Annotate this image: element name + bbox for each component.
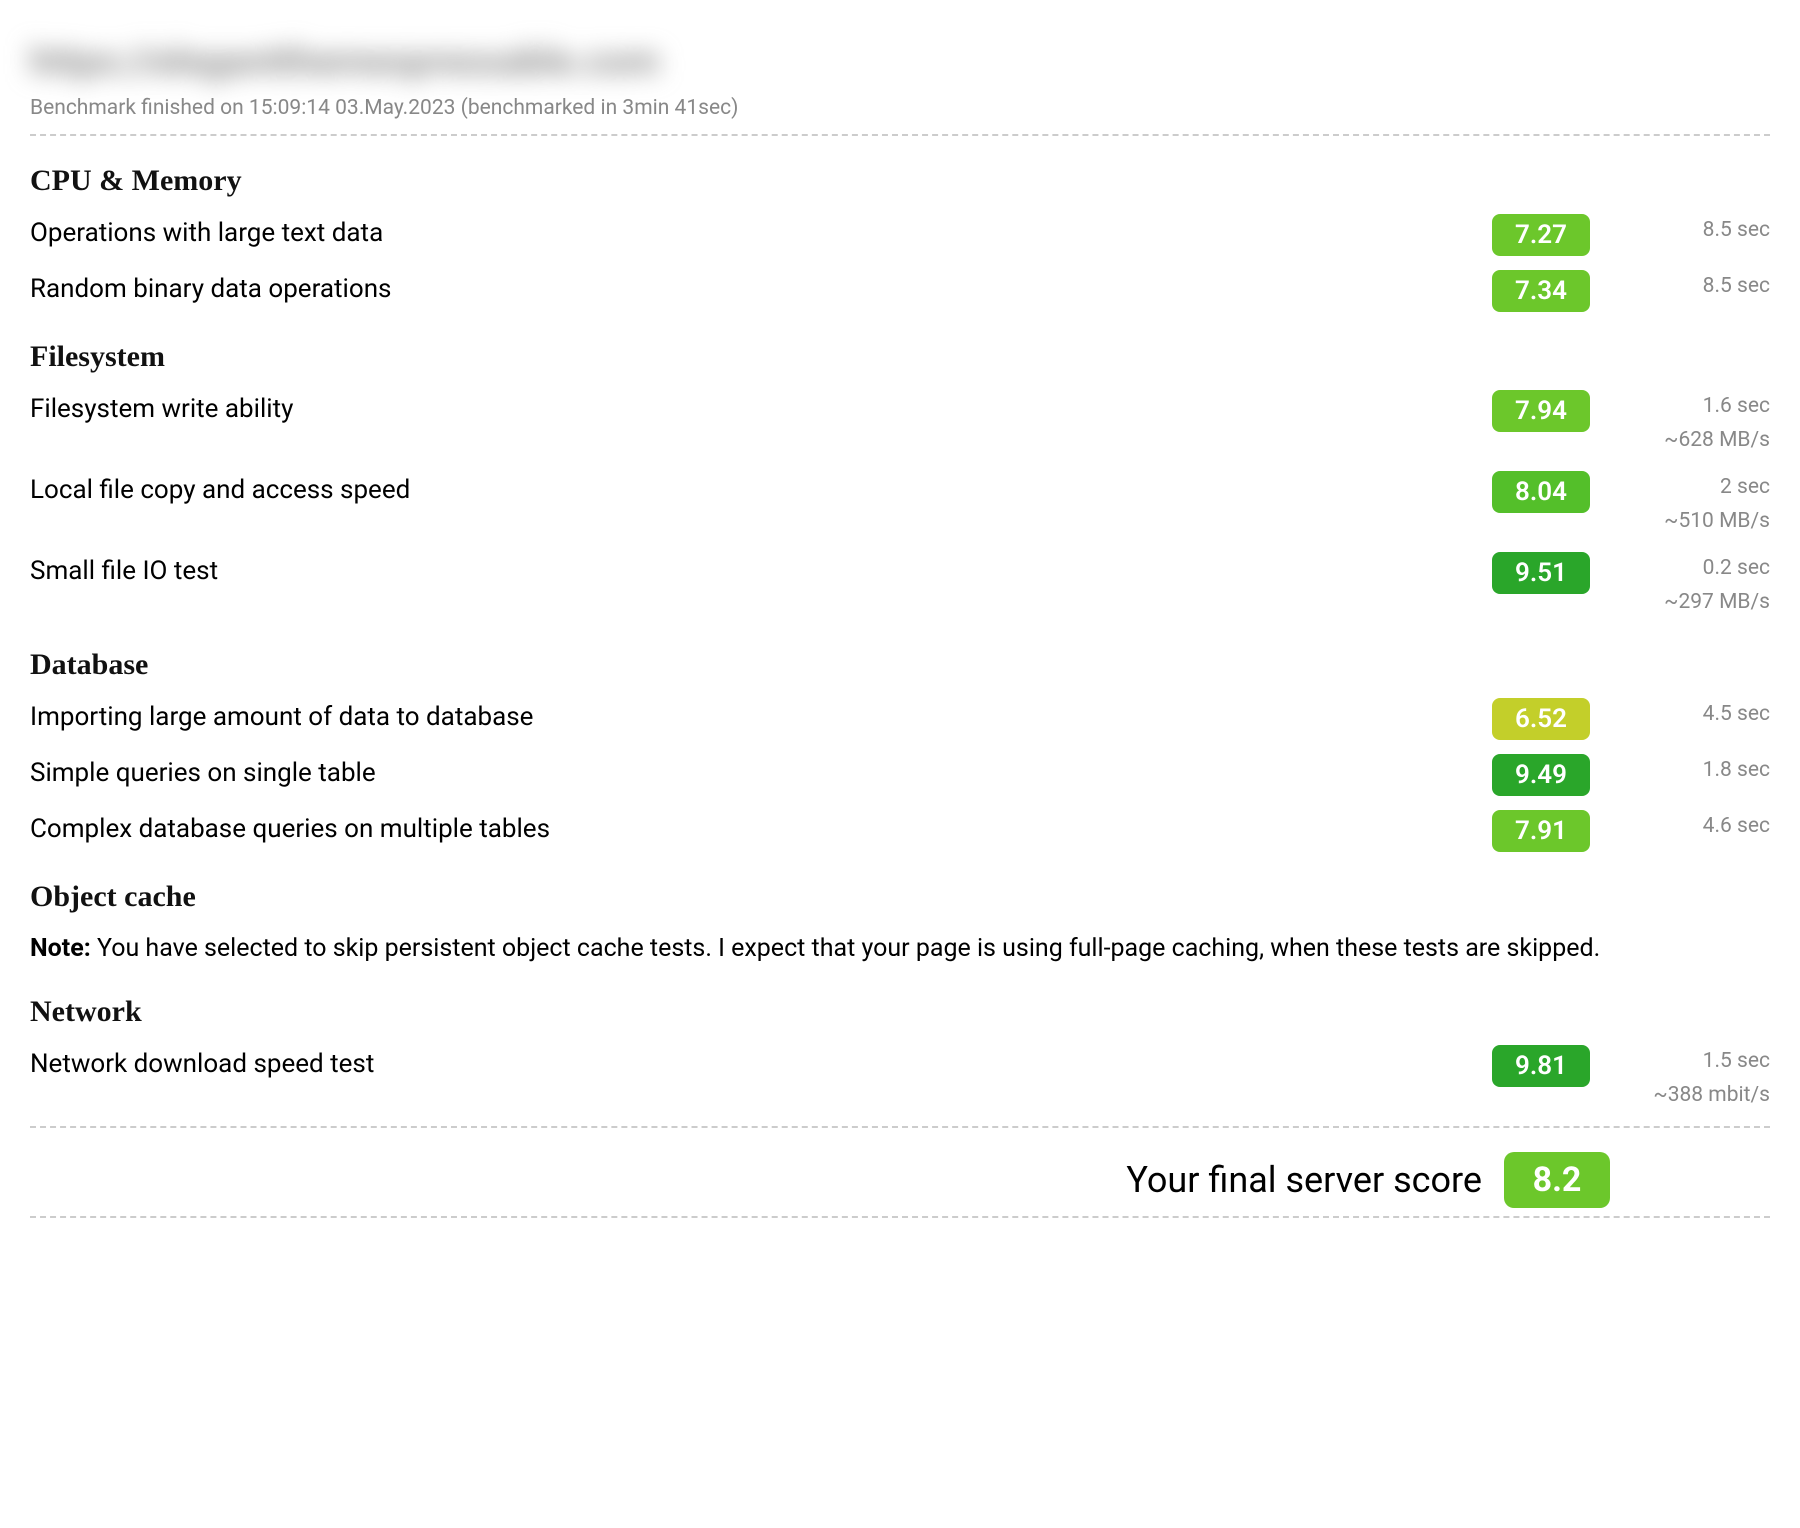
benchmark-sections: CPU & Memory Operations with large text d… — [30, 164, 1770, 1112]
metric-meta: 1.8 sec — [1620, 754, 1770, 788]
benchmark-row: Random binary data operations7.34 8.5 sec — [30, 270, 1770, 312]
metric-meta: 4.6 sec — [1620, 810, 1770, 844]
section-heading: Object cache — [30, 880, 1770, 914]
score-pill: 7.91 — [1492, 810, 1590, 852]
score-pill: 8.04 — [1492, 471, 1590, 513]
benchmark-label: Local file copy and access speed — [30, 471, 1492, 505]
metric-meta: 1.6 sec~628 MB/s — [1620, 390, 1770, 457]
benchmark-row: Operations with large text data7.27 8.5 s… — [30, 214, 1770, 256]
final-score-row: Your final server score 8.2 — [30, 1152, 1770, 1208]
metric-meta: 8.5 sec — [1620, 214, 1770, 248]
score-pill: 9.51 — [1492, 552, 1590, 594]
benchmark-row: Simple queries on single table9.49 1.8 se… — [30, 754, 1770, 796]
metric-meta: 0.2 sec~297 MB/s — [1620, 552, 1770, 619]
score-pill: 7.94 — [1492, 390, 1590, 432]
section-heading: Network — [30, 995, 1770, 1029]
benchmark-label: Network download speed test — [30, 1045, 1492, 1079]
divider — [30, 1126, 1770, 1128]
site-url-blurred: https://elegantthemespressable.com — [30, 40, 1770, 84]
score-pill: 9.81 — [1492, 1045, 1590, 1087]
score-pill: 7.27 — [1492, 214, 1590, 256]
metric-meta: 1.5 sec~388 mbit/s — [1620, 1045, 1770, 1112]
score-pill: 6.52 — [1492, 698, 1590, 740]
score-pill: 9.49 — [1492, 754, 1590, 796]
benchmark-row: Complex database queries on multiple tab… — [30, 810, 1770, 852]
benchmark-row: Small file IO test9.51 0.2 sec~297 MB/s — [30, 552, 1770, 619]
benchmark-label: Simple queries on single table — [30, 754, 1492, 788]
section-heading: Filesystem — [30, 340, 1770, 374]
benchmark-finished-line: Benchmark finished on 15:09:14 03.May.20… — [30, 96, 1770, 120]
note-text: You have selected to skip persistent obj… — [91, 934, 1600, 963]
benchmark-row: Network download speed test9.81 1.5 sec~3… — [30, 1045, 1770, 1112]
benchmark-label: Operations with large text data — [30, 214, 1492, 248]
metric-meta: 8.5 sec — [1620, 270, 1770, 304]
benchmark-row: Filesystem write ability7.94 1.6 sec~628 … — [30, 390, 1770, 457]
section-note: Note: You have selected to skip persiste… — [30, 930, 1770, 968]
benchmark-label: Complex database queries on multiple tab… — [30, 810, 1492, 844]
benchmark-row: Importing large amount of data to databa… — [30, 698, 1770, 740]
benchmark-label: Small file IO test — [30, 552, 1492, 586]
metric-meta: 2 sec~510 MB/s — [1620, 471, 1770, 538]
section-heading: Database — [30, 648, 1770, 682]
section-heading: CPU & Memory — [30, 164, 1770, 198]
final-score-pill: 8.2 — [1504, 1152, 1610, 1208]
benchmark-label: Filesystem write ability — [30, 390, 1492, 424]
benchmark-label: Importing large amount of data to databa… — [30, 698, 1492, 732]
divider — [30, 134, 1770, 136]
metric-meta: 4.5 sec — [1620, 698, 1770, 732]
benchmark-label: Random binary data operations — [30, 270, 1492, 304]
divider — [30, 1216, 1770, 1218]
benchmark-row: Local file copy and access speed8.04 2 se… — [30, 471, 1770, 538]
score-pill: 7.34 — [1492, 270, 1590, 312]
final-score-label: Your final server score — [1126, 1159, 1482, 1201]
note-bold: Note: — [30, 934, 91, 963]
